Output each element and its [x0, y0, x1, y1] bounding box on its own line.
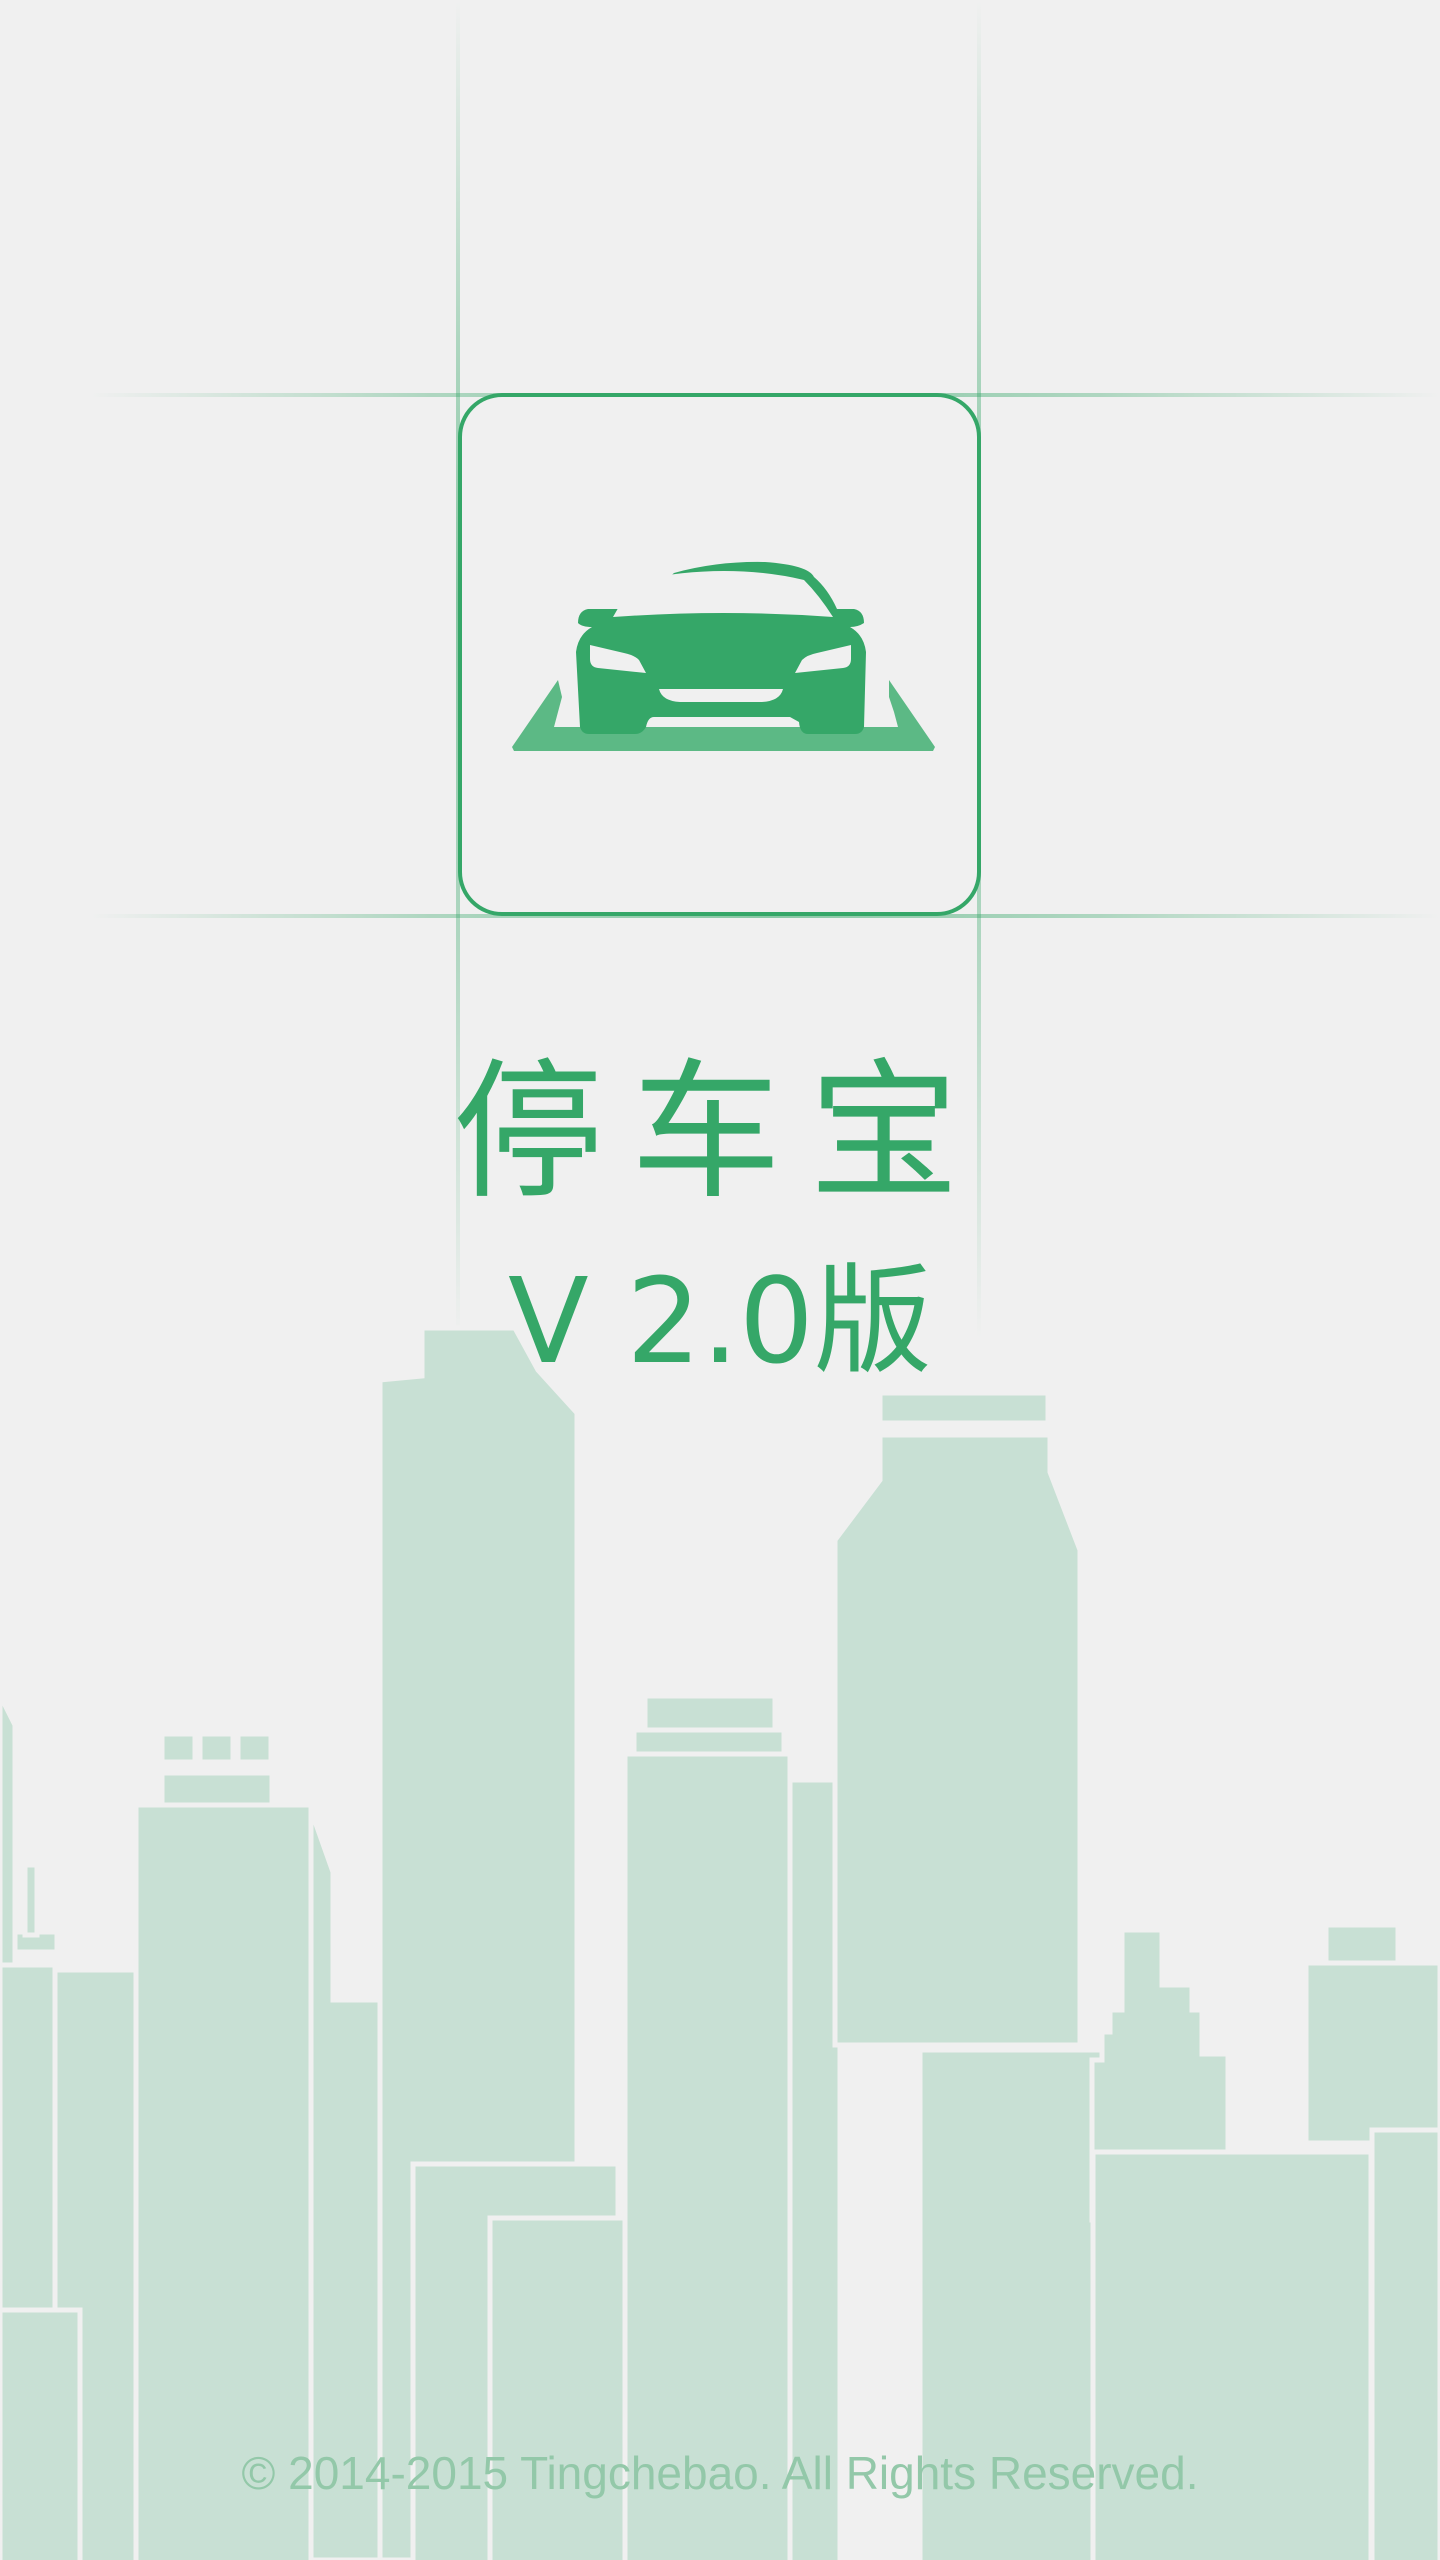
app-name-title: 停车宝: [452, 1046, 987, 1220]
app-version-label: V 2.0版: [508, 1252, 932, 1390]
city-skyline-illustration: [0, 1325, 1440, 2560]
copyright-notice: © 2014-2015 Tingchebao. All Rights Reser…: [241, 2447, 1199, 2499]
app-logo: [458, 393, 981, 916]
car-parking-icon: [512, 561, 935, 751]
splash-screen: 停车宝 V 2.0版 © 2014-2015 Tingchebao. All R…: [0, 0, 1440, 2560]
